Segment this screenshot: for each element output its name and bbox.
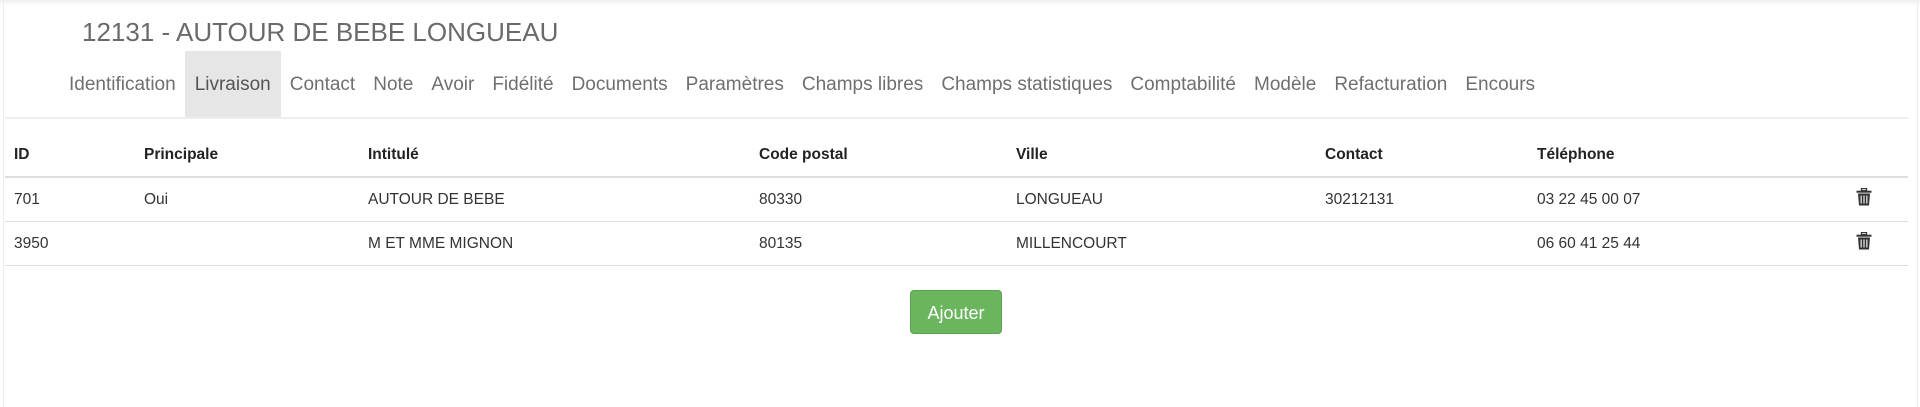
trash-icon[interactable] <box>1856 187 1872 206</box>
tab-avoir[interactable]: Avoir <box>422 51 483 118</box>
cell-id: 3950 <box>5 221 135 266</box>
page-title: 12131 - AUTOUR DE BEBE LONGUEAU <box>82 17 559 47</box>
header-contact: Contact <box>1316 134 1528 178</box>
header-id: ID <box>5 134 135 178</box>
tab-livraison[interactable]: Livraison <box>184 51 281 118</box>
cell-intitule: M ET MME MIGNON <box>359 221 750 266</box>
cell-id: 701 <box>5 177 135 222</box>
header-code-postal: Code postal <box>750 134 1007 178</box>
trash-icon[interactable] <box>1856 231 1872 250</box>
cell-contact <box>1316 221 1528 266</box>
tab-bar: Identification Livraison Contact Note Av… <box>60 51 1544 118</box>
cell-ville: MILLENCOURT <box>1007 221 1316 266</box>
tab-encours[interactable]: Encours <box>1456 51 1544 118</box>
table-row[interactable]: 3950 M ET MME MIGNON 80135 MILLENCOURT 0… <box>5 221 1908 266</box>
tab-contact[interactable]: Contact <box>281 51 364 118</box>
tab-champs-libres[interactable]: Champs libres <box>793 51 932 118</box>
tab-documents[interactable]: Documents <box>563 51 677 118</box>
add-button[interactable]: Ajouter <box>910 290 1002 334</box>
tab-parametres[interactable]: Paramètres <box>677 51 793 118</box>
cell-actions <box>1827 221 1908 266</box>
cell-code-postal: 80330 <box>750 177 1007 222</box>
cell-code-postal: 80135 <box>750 221 1007 266</box>
cell-telephone: 03 22 45 00 07 <box>1528 177 1827 222</box>
tab-identification[interactable]: Identification <box>60 51 185 118</box>
tab-comptabilite[interactable]: Comptabilité <box>1121 51 1245 118</box>
cell-principale: Oui <box>135 177 359 222</box>
cell-telephone: 06 60 41 25 44 <box>1528 221 1827 266</box>
tab-fidelite[interactable]: Fidélité <box>483 51 562 118</box>
cell-contact: 30212131 <box>1316 177 1528 222</box>
cell-intitule: AUTOUR DE BEBE <box>359 177 750 222</box>
tab-note[interactable]: Note <box>364 51 422 118</box>
delivery-address-table: ID Principale Intitulé Code postal Ville… <box>5 134 1908 266</box>
header-actions <box>1827 134 1908 178</box>
table-row[interactable]: 701 Oui AUTOUR DE BEBE 80330 LONGUEAU 30… <box>5 177 1908 222</box>
table-header-row: ID Principale Intitulé Code postal Ville… <box>5 134 1908 178</box>
cell-ville: LONGUEAU <box>1007 177 1316 222</box>
tab-modele[interactable]: Modèle <box>1245 51 1325 118</box>
header-principale: Principale <box>135 134 359 178</box>
cell-actions <box>1827 177 1908 222</box>
tab-divider <box>5 117 1908 119</box>
tab-champs-statistiques[interactable]: Champs statistiques <box>932 51 1121 118</box>
header-telephone: Téléphone <box>1528 134 1827 178</box>
header-intitule: Intitulé <box>359 134 750 178</box>
cell-principale <box>135 221 359 266</box>
tab-refacturation[interactable]: Refacturation <box>1325 51 1456 118</box>
header-ville: Ville <box>1007 134 1316 178</box>
